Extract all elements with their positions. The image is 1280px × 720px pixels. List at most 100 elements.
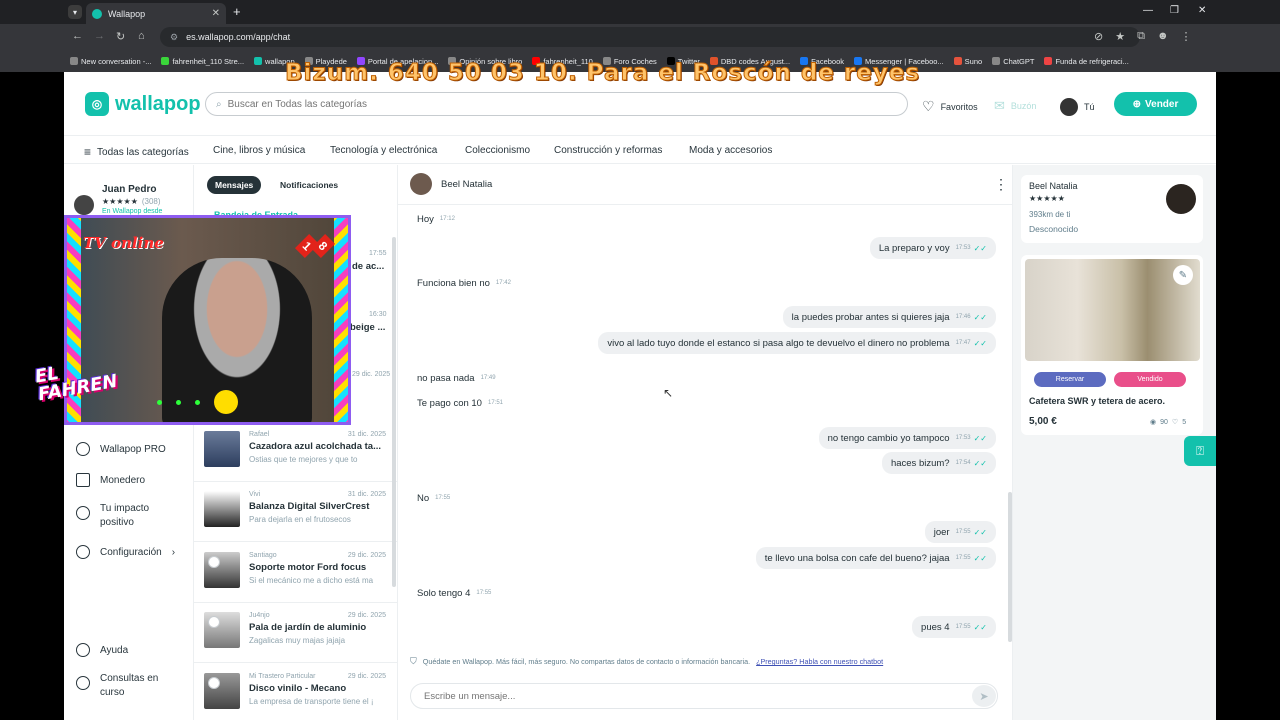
pellet-icon — [176, 399, 181, 405]
message-time: 17:55 — [476, 590, 492, 596]
conversation-date: 16:30 — [369, 311, 387, 318]
age-rating-badge: 1 8 — [294, 233, 336, 259]
home-icon[interactable]: ⌂ — [138, 30, 145, 42]
sold-button[interactable]: Vendido — [1114, 372, 1186, 387]
address-bar[interactable]: ⚙ es.wallapop.com/app/chat — [160, 27, 1140, 47]
profile-name[interactable]: Juan Pedro — [102, 184, 156, 195]
divider — [194, 481, 398, 482]
profile-link[interactable]: Tú — [1060, 98, 1095, 116]
item-thumbnail — [204, 431, 240, 467]
read-receipt-icon: ✓✓ — [973, 553, 987, 563]
nav-settings[interactable]: Configuración › — [76, 545, 175, 559]
list-item[interactable]: Vivi 31 dic. 2025 Balanza Digital Silver… — [204, 491, 390, 547]
safety-notice: ⛉ Quédate en Wallapop. Más fácil, más se… — [410, 656, 884, 666]
minimize-icon[interactable]: — — [1143, 5, 1153, 16]
bookmark-icon — [992, 57, 1001, 65]
close-tab-icon[interactable]: ✕ — [212, 8, 220, 19]
pellet-icon — [157, 399, 162, 405]
reserve-button[interactable]: Reservar — [1034, 372, 1106, 387]
tab-search-icon[interactable]: ▾ — [68, 5, 82, 19]
bookmark-item[interactable]: ChatGPT — [992, 57, 1034, 66]
conversation-date: 17:55 — [369, 250, 387, 257]
stars-icon: ★★★★★ — [1029, 194, 1065, 203]
avatar[interactable] — [410, 173, 432, 195]
message-text: pues 4 — [921, 621, 950, 633]
category-link[interactable]: Construcción y reformas — [554, 145, 662, 156]
nav-wallet[interactable]: Monedero — [76, 473, 145, 487]
chatbot-link[interactable]: ¿Preguntas? Habla con nuestro chatbot — [756, 657, 883, 666]
category-link[interactable]: Moda y accesorios — [689, 145, 772, 156]
extensions-icon[interactable]: ⧉ — [1137, 30, 1145, 43]
conversation-title[interactable]: de ac... — [352, 261, 384, 272]
extension-icons: ⊘ ★ ⧉ ☻ ⋮ — [1094, 30, 1192, 43]
avatar[interactable] — [74, 195, 94, 215]
all-categories-menu[interactable]: ≡ Todas las categorías — [84, 145, 189, 159]
message-text: La preparo y voy — [878, 242, 950, 254]
list-item[interactable]: Ju4njo 29 dic. 2025 Pala de jardín de al… — [204, 612, 390, 668]
outgoing-message: vivo al lado tuyo donde el estanco si pa… — [598, 332, 996, 354]
restore-icon[interactable]: ❐ — [1170, 5, 1179, 16]
back-icon[interactable]: ← — [72, 30, 83, 42]
site-info-icon[interactable]: ⚙ — [170, 32, 178, 43]
bookmark-item[interactable]: Suno — [953, 57, 982, 66]
nav-impact[interactable]: Tu impacto positivo — [76, 502, 170, 530]
list-item[interactable]: Rafael 31 dic. 2025 Cazadora azul acolch… — [204, 431, 390, 487]
category-link[interactable]: Tecnología y electrónica — [330, 145, 437, 156]
bookmark-item[interactable]: fahrenheit_110 Stre... — [161, 57, 244, 66]
browser-tab[interactable]: Wallapop ✕ — [86, 3, 226, 24]
send-button[interactable]: ➤ — [972, 685, 996, 707]
avatar[interactable] — [1166, 184, 1196, 214]
divider — [194, 662, 398, 663]
item-thumbnail — [204, 491, 240, 527]
gear-icon — [76, 545, 90, 559]
help-chat-button[interactable]: ⍰ — [1184, 436, 1216, 466]
forward-icon[interactable]: → — [94, 30, 105, 42]
sell-button[interactable]: ⊕ Vender — [1114, 92, 1197, 116]
conversation-title[interactable]: beige ... — [350, 322, 385, 333]
read-receipt-icon: ✓✓ — [973, 458, 987, 468]
bookmark-star-icon[interactable]: ★ — [1115, 30, 1125, 43]
eye-off-icon[interactable]: ⊘ — [1094, 30, 1103, 43]
heart-icon: ♡ — [922, 98, 935, 114]
outgoing-message: pues 4 17:55 ✓✓ — [912, 616, 996, 638]
wallapop-favicon-icon — [92, 8, 102, 19]
bookmark-item[interactable]: New conversation -... — [70, 57, 151, 66]
wallapop-logo[interactable]: ◎ wallapop — [85, 92, 201, 116]
wallet-icon — [76, 473, 90, 487]
outgoing-message: joer 17:55 ✓✓ — [924, 521, 996, 543]
nav-queries[interactable]: Consultas en curso — [76, 672, 170, 700]
category-link[interactable]: Coleccionismo — [465, 145, 530, 156]
nav-help[interactable]: Ayuda — [76, 643, 128, 657]
profile-icon[interactable]: ☻ — [1157, 30, 1169, 43]
chat-help-icon: ⍰ — [1196, 443, 1204, 458]
category-link[interactable]: Cine, libros y música — [213, 145, 305, 156]
favorites-link[interactable]: ♡ Favoritos — [922, 98, 978, 115]
new-tab-icon[interactable]: + — [233, 4, 241, 19]
profile-rating: ★★★★★ (308) — [102, 197, 161, 206]
item-price: 5,00 € — [1029, 416, 1057, 427]
tab-messages[interactable]: Mensajes — [207, 176, 262, 194]
search-input[interactable] — [227, 98, 828, 110]
list-item[interactable]: Santiago 29 dic. 2025 Soporte motor Ford… — [204, 552, 390, 608]
incoming-message: Te pago con 10 17:51 — [408, 392, 512, 414]
nav-wallapop-pro[interactable]: Wallapop PRO — [76, 442, 166, 456]
divider — [194, 602, 398, 603]
close-window-icon[interactable]: ✕ — [1198, 5, 1206, 16]
tab-notifications[interactable]: Notificaciones — [272, 176, 346, 194]
question-icon — [76, 676, 90, 690]
item-stats: ◉ 90 ♡ 5 — [1150, 418, 1187, 427]
chat-contact-name[interactable]: Beel Natalia — [441, 179, 492, 190]
bookmark-item[interactable]: Funda de refrigeraci... — [1044, 57, 1129, 66]
badge-check-icon — [76, 442, 90, 456]
menu-icon[interactable]: ⋮ — [1181, 30, 1192, 43]
more-options-icon[interactable]: ⋮ — [994, 176, 1008, 193]
reload-icon[interactable]: ↻ — [116, 30, 125, 43]
inbox-scrollbar[interactable] — [392, 237, 396, 587]
list-item[interactable]: Mi Trastero Particular 29 dic. 2025 Disc… — [204, 673, 390, 720]
search-box[interactable]: ⌕ — [205, 92, 908, 116]
message-text: Solo tengo 4 — [417, 587, 471, 599]
message-text: haces bizum? — [890, 457, 950, 469]
inbox-link[interactable]: ✉ Buzón — [994, 98, 1036, 114]
edit-icon[interactable]: ✎ — [1173, 265, 1193, 285]
message-input[interactable] — [424, 690, 944, 702]
